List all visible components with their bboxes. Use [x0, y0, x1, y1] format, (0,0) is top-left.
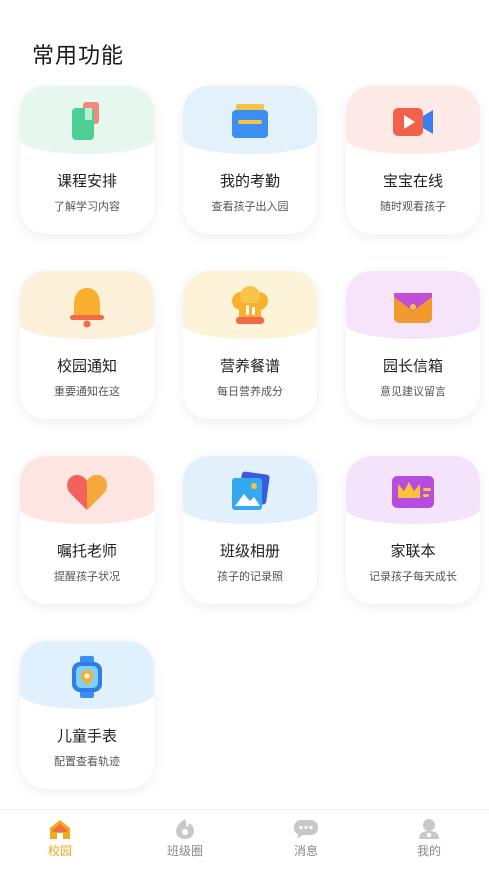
- card-subtitle: 重要通知在这: [54, 385, 120, 398]
- crown-card-icon: [392, 476, 434, 508]
- card-title: 班级相册: [219, 542, 280, 560]
- card-title: 嘱托老师: [56, 542, 117, 560]
- user-icon: [419, 819, 439, 839]
- tab-label: 校园: [47, 844, 72, 858]
- card-principal-mailbox[interactable]: 园长信箱 意见建议留言: [346, 271, 480, 419]
- envelope-icon: [394, 293, 432, 323]
- photo-album-icon: [232, 471, 270, 510]
- tab-label: 班级圈: [166, 844, 203, 858]
- tab-mine[interactable]: 我的: [389, 818, 469, 859]
- circle-icon: [176, 819, 194, 839]
- card-subtitle: 随时观看孩子: [380, 200, 446, 213]
- card-title: 园长信箱: [382, 357, 443, 375]
- chat-icon: [294, 820, 318, 839]
- card-title: 营养餐谱: [219, 357, 280, 375]
- card-title: 宝宝在线: [382, 172, 443, 190]
- chef-hat-icon: [232, 286, 268, 324]
- video-camera-icon: [393, 108, 433, 136]
- card-subtitle: 提醒孩子状况: [54, 570, 120, 583]
- card-subtitle: 记录孩子每天成长: [369, 570, 457, 583]
- card-title: 校园通知: [56, 357, 117, 375]
- tab-messages[interactable]: 消息: [266, 818, 346, 859]
- card-subtitle: 配置查看轨迹: [54, 755, 120, 768]
- bottom-tab-bar: 校园 班级圈 消息 我的: [0, 809, 489, 869]
- card-title: 家联本: [390, 542, 436, 560]
- tab-label: 我的: [416, 844, 441, 858]
- card-subtitle: 意见建议留言: [380, 385, 446, 398]
- bell-icon: [70, 288, 104, 328]
- page-title: 常用功能: [32, 44, 125, 69]
- card-school-notice[interactable]: 校园通知 重要通知在这: [20, 271, 154, 419]
- card-course-schedule[interactable]: 课程安排 了解学习内容: [20, 86, 154, 234]
- card-subtitle: 每日营养成分: [217, 385, 283, 398]
- card-subtitle: 查看孩子出入园: [211, 200, 289, 213]
- card-nutrition-menu[interactable]: 营养餐谱 每日营养成分: [183, 271, 317, 419]
- folder-icon: [232, 104, 268, 138]
- card-subtitle: 孩子的记录照: [217, 570, 283, 583]
- card-baby-online[interactable]: 宝宝在线 随时观看孩子: [346, 86, 480, 234]
- heart-icon: [67, 475, 107, 510]
- card-title: 儿童手表: [56, 727, 117, 745]
- card-kids-watch[interactable]: 儿童手表 配置查看轨迹: [20, 641, 154, 789]
- card-attendance[interactable]: 我的考勤 查看孩子出入园: [183, 86, 317, 234]
- card-entrust-teacher[interactable]: 嘱托老师 提醒孩子状况: [20, 456, 154, 604]
- book-icon: [72, 102, 99, 140]
- school-icon: [50, 820, 70, 839]
- card-title: 课程安排: [56, 172, 117, 190]
- smartwatch-icon: [72, 656, 102, 698]
- card-class-album[interactable]: 班级相册 孩子的记录照: [183, 456, 317, 604]
- tab-class-circle[interactable]: 班级圈: [145, 818, 225, 859]
- card-home-contact-book[interactable]: 家联本 记录孩子每天成长: [346, 456, 480, 604]
- tab-label: 消息: [293, 844, 318, 858]
- tab-school[interactable]: 校园: [20, 818, 100, 859]
- card-subtitle: 了解学习内容: [54, 200, 120, 213]
- card-title: 我的考勤: [219, 172, 280, 190]
